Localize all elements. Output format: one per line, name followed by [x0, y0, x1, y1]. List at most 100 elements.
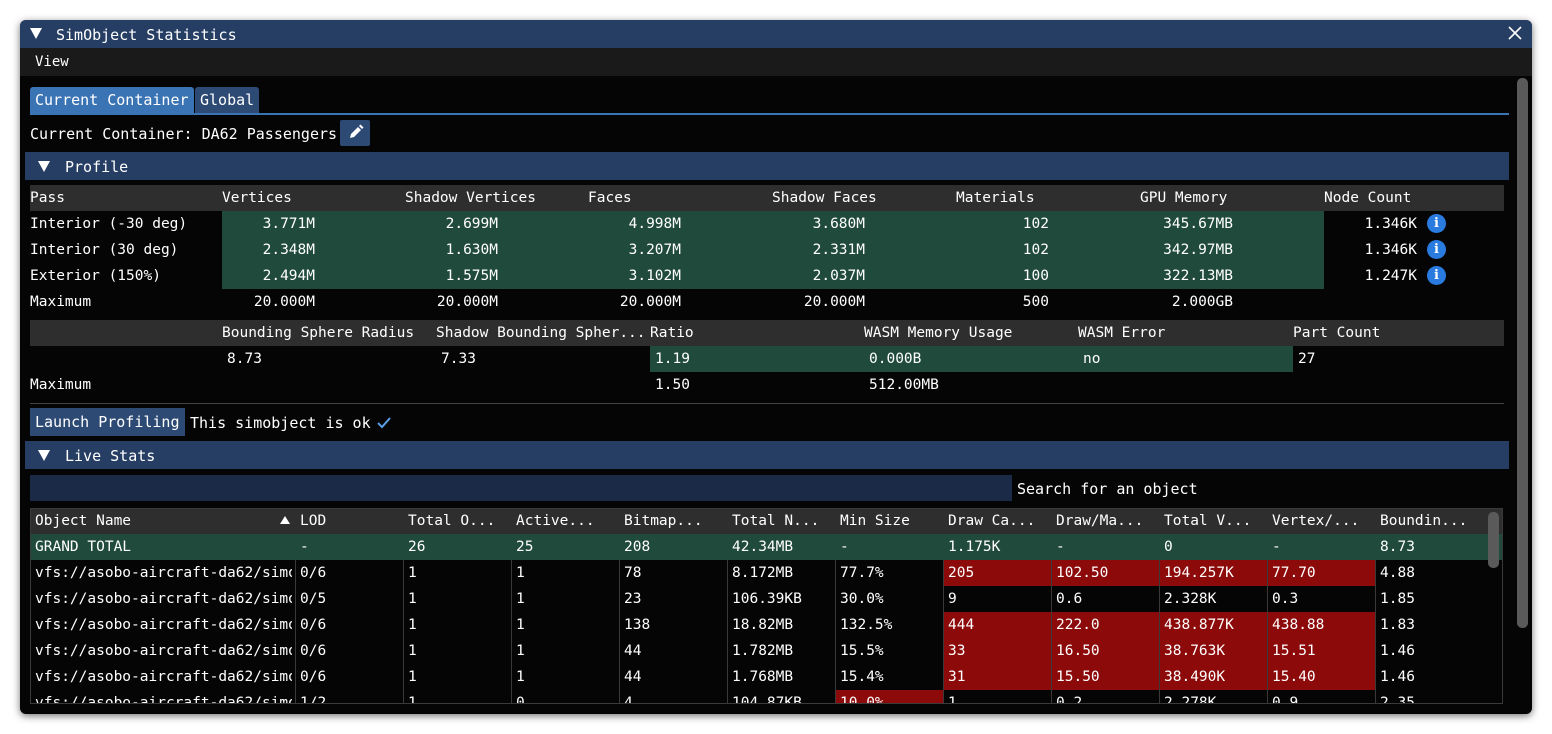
- table-cell: 1.83: [1380, 617, 1415, 633]
- profile-header-label: Profile: [65, 158, 129, 176]
- column-separator: [835, 560, 836, 704]
- profile-column-header: GPU Memory: [1140, 190, 1228, 206]
- info-icon[interactable]: i: [1427, 266, 1446, 285]
- title-bar[interactable]: SimObject Statistics: [20, 20, 1532, 48]
- table-cell: 194.257K: [1164, 565, 1234, 581]
- profile-value: 2.494M: [262, 268, 315, 284]
- live-stats-header[interactable]: Live Stats: [25, 441, 1509, 469]
- profile-header[interactable]: Profile: [25, 152, 1509, 180]
- table-cell: vfs://asobo-aircraft-da62/simob: [35, 617, 292, 633]
- profile-value: 1.630M: [445, 242, 498, 258]
- bounds-maximum-ratio: 1.50: [655, 377, 690, 393]
- menu-view[interactable]: View: [35, 54, 69, 70]
- tab-global[interactable]: Global: [195, 87, 260, 113]
- profile-pass-name: Interior (-30 deg): [30, 216, 188, 232]
- table-cell: 0.2: [1056, 695, 1083, 704]
- profile-maximum-value: 20.000M: [253, 294, 315, 310]
- bounds-column-header: WASM Error: [1078, 325, 1166, 341]
- search-input[interactable]: [30, 475, 1012, 501]
- pencil-icon: [350, 124, 364, 138]
- column-header[interactable]: Total V...: [1164, 508, 1262, 534]
- tab-current-container[interactable]: Current Container: [30, 87, 194, 113]
- grand-total-cell: 8.73: [1380, 539, 1415, 555]
- profile-column-header: Node Count: [1324, 190, 1412, 206]
- grand-total-cell: GRAND TOTAL: [35, 539, 132, 555]
- column-separator: [511, 560, 512, 704]
- table-cell: 38.490K: [1164, 669, 1226, 685]
- profile-column-header: Vertices: [222, 190, 292, 206]
- table-cell: 9: [948, 591, 957, 607]
- sort-ascending-icon[interactable]: [280, 516, 290, 524]
- column-header[interactable]: Draw Ca...: [948, 508, 1046, 534]
- column-header[interactable]: Object Name: [35, 508, 290, 534]
- profile-value: 102: [1022, 216, 1049, 232]
- column-separator: [1159, 560, 1160, 704]
- bounds-column-header: Shadow Bounding Spher...: [436, 325, 646, 341]
- collapse-triangle-icon: [38, 450, 50, 461]
- table-cell: 15.51: [1272, 643, 1316, 659]
- bounds-column-header: Ratio: [650, 325, 694, 341]
- bounds-highlight-band: [650, 346, 1293, 372]
- profile-maximum-value: 2.000GB: [1171, 294, 1233, 310]
- simobject-statistics-window: SimObject Statistics View Current Contai…: [20, 20, 1532, 714]
- collapse-triangle-icon: [38, 161, 50, 172]
- profile-pass-name: Interior (30 deg): [30, 242, 179, 258]
- column-header[interactable]: Active...: [516, 508, 614, 534]
- column-separator: [619, 560, 620, 704]
- table-cell: 1: [408, 669, 417, 685]
- column-header[interactable]: Draw/Ma...: [1056, 508, 1154, 534]
- profile-node-count: 1.346K: [1364, 242, 1417, 258]
- window-scrollbar[interactable]: [1517, 78, 1528, 628]
- info-icon[interactable]: i: [1427, 214, 1446, 233]
- tab-underline: [30, 113, 1509, 115]
- table-cell: 1: [948, 695, 957, 704]
- column-header[interactable]: Total N...: [732, 508, 830, 534]
- table-cell: 15.40: [1272, 669, 1316, 685]
- grand-total-cell: 0: [1164, 539, 1173, 555]
- column-header[interactable]: Bitmap...: [624, 508, 722, 534]
- column-header[interactable]: Total O...: [408, 508, 506, 534]
- edit-container-button[interactable]: [340, 120, 370, 146]
- table-scrollbar[interactable]: [1488, 512, 1499, 568]
- collapse-triangle-icon[interactable]: [30, 28, 42, 39]
- profile-value: 345.67MB: [1163, 216, 1233, 232]
- live-stats-table: Object Name LOD Total O... Active... Bitmap.…: [30, 508, 1503, 704]
- launch-profiling-button[interactable]: Launch Profiling: [30, 408, 185, 436]
- bounds-value: 0.000B: [869, 351, 922, 367]
- table-cell: 1.46: [1380, 643, 1415, 659]
- close-icon[interactable]: [1506, 24, 1524, 42]
- profile-column-header: Shadow Faces: [772, 190, 877, 206]
- table-cell: 38.763K: [1164, 643, 1226, 659]
- grand-total-cell: 42.34MB: [732, 539, 794, 555]
- profile-maximum-value: 20.000M: [619, 294, 681, 310]
- grand-total-cell: -: [1056, 539, 1065, 555]
- table-cell: 1/2: [300, 695, 327, 704]
- column-separator: [943, 560, 944, 704]
- info-icon[interactable]: i: [1427, 240, 1446, 259]
- column-header[interactable]: LOD: [300, 508, 398, 534]
- profile-value: 3.207M: [628, 242, 681, 258]
- profile-value: 4.998M: [628, 216, 681, 232]
- profile-value: 1.575M: [445, 268, 498, 284]
- table-cell: 4.88: [1380, 565, 1415, 581]
- bounds-value: 1.19: [655, 351, 690, 367]
- table-cell: 438.877K: [1164, 617, 1234, 633]
- table-cell: 0/5: [300, 591, 327, 607]
- bounds-maximum-label: Maximum: [30, 377, 92, 393]
- column-header[interactable]: Min Size: [840, 508, 938, 534]
- profile-value: 102: [1022, 242, 1049, 258]
- divider: [30, 403, 1504, 404]
- column-header[interactable]: Vertex/...: [1272, 508, 1370, 534]
- bounds-column-header: WASM Memory Usage: [864, 325, 1013, 341]
- table-cell: 77.70: [1272, 565, 1316, 581]
- profile-value: 322.13MB: [1163, 268, 1233, 284]
- table-cell: 15.4%: [840, 669, 884, 685]
- bounds-value: no: [1083, 351, 1101, 367]
- column-separator: [1267, 560, 1268, 704]
- column-separator: [727, 560, 728, 704]
- window-title: SimObject Statistics: [56, 26, 237, 44]
- column-header[interactable]: Boundin...: [1380, 508, 1488, 534]
- bounds-value: 8.73: [227, 351, 262, 367]
- table-cell: 2.328K: [1164, 591, 1217, 607]
- table-cell: 1.46: [1380, 669, 1415, 685]
